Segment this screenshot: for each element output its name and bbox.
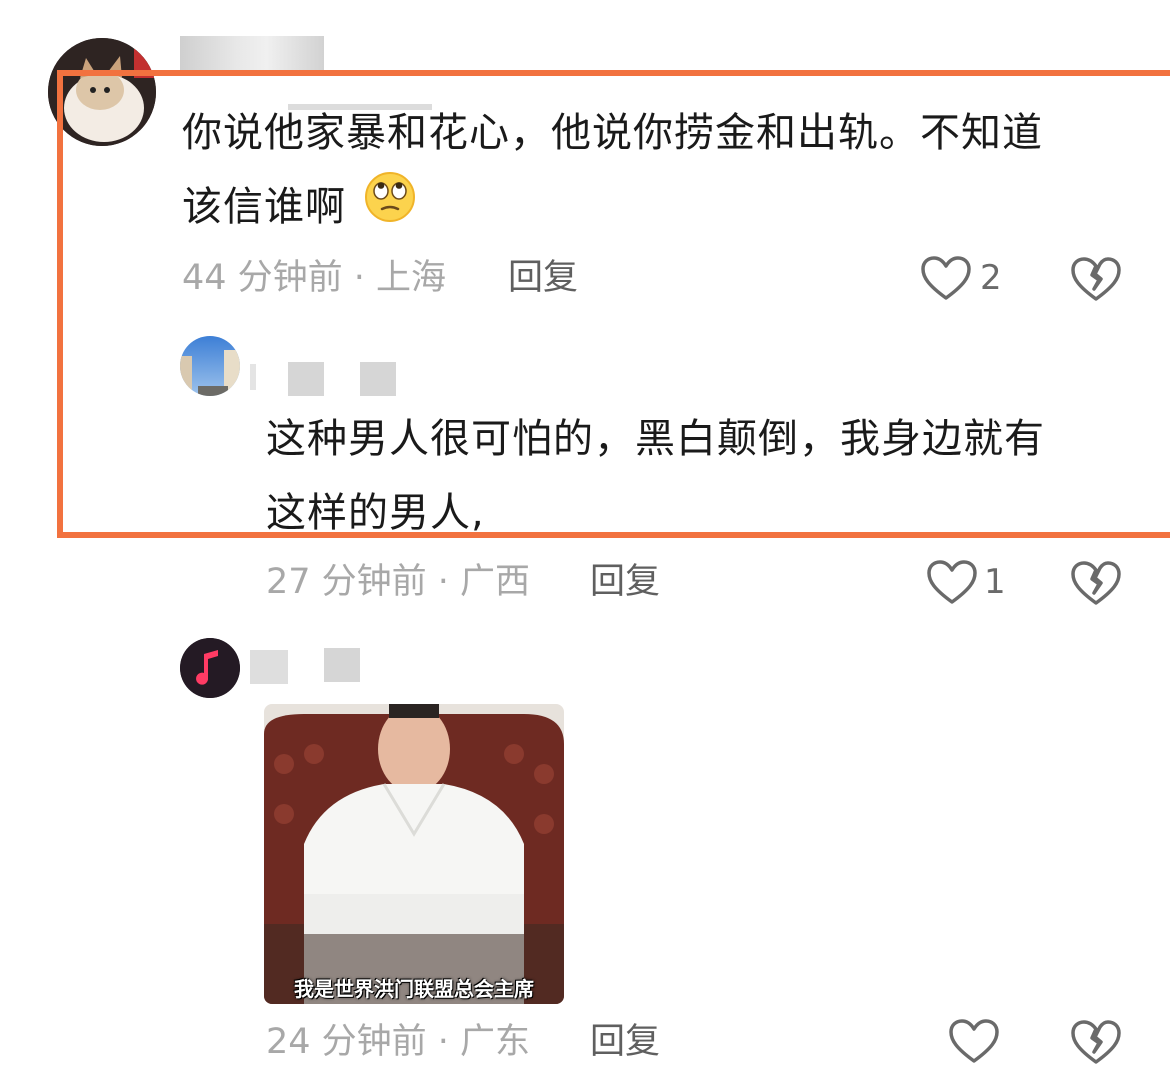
broken-heart-icon[interactable]: [1070, 1018, 1122, 1070]
timestamp-location: 24 分钟前 · 广东: [266, 1022, 531, 1062]
reply-button[interactable]: 回复: [590, 562, 660, 602]
like-count: 1: [984, 562, 1006, 602]
broken-heart-icon[interactable]: [1070, 559, 1122, 611]
comment-image[interactable]: 我是世界洪门联盟总会主席: [264, 704, 564, 1004]
username-blurred: [324, 648, 360, 682]
video-caption: 我是世界洪门联盟总会主席: [294, 977, 534, 1001]
music-note-icon: [180, 638, 240, 698]
heart-icon[interactable]: [926, 559, 978, 609]
username-blurred: [180, 36, 324, 72]
username-blurred: [250, 650, 288, 684]
heart-icon[interactable]: [948, 1018, 1000, 1068]
timestamp-location: 27 分钟前 · 广西: [266, 562, 531, 602]
reply-button[interactable]: 回复: [590, 1022, 660, 1062]
video-still-image: [264, 704, 564, 1004]
avatar[interactable]: [180, 638, 240, 698]
highlight-frame: [57, 70, 1170, 538]
